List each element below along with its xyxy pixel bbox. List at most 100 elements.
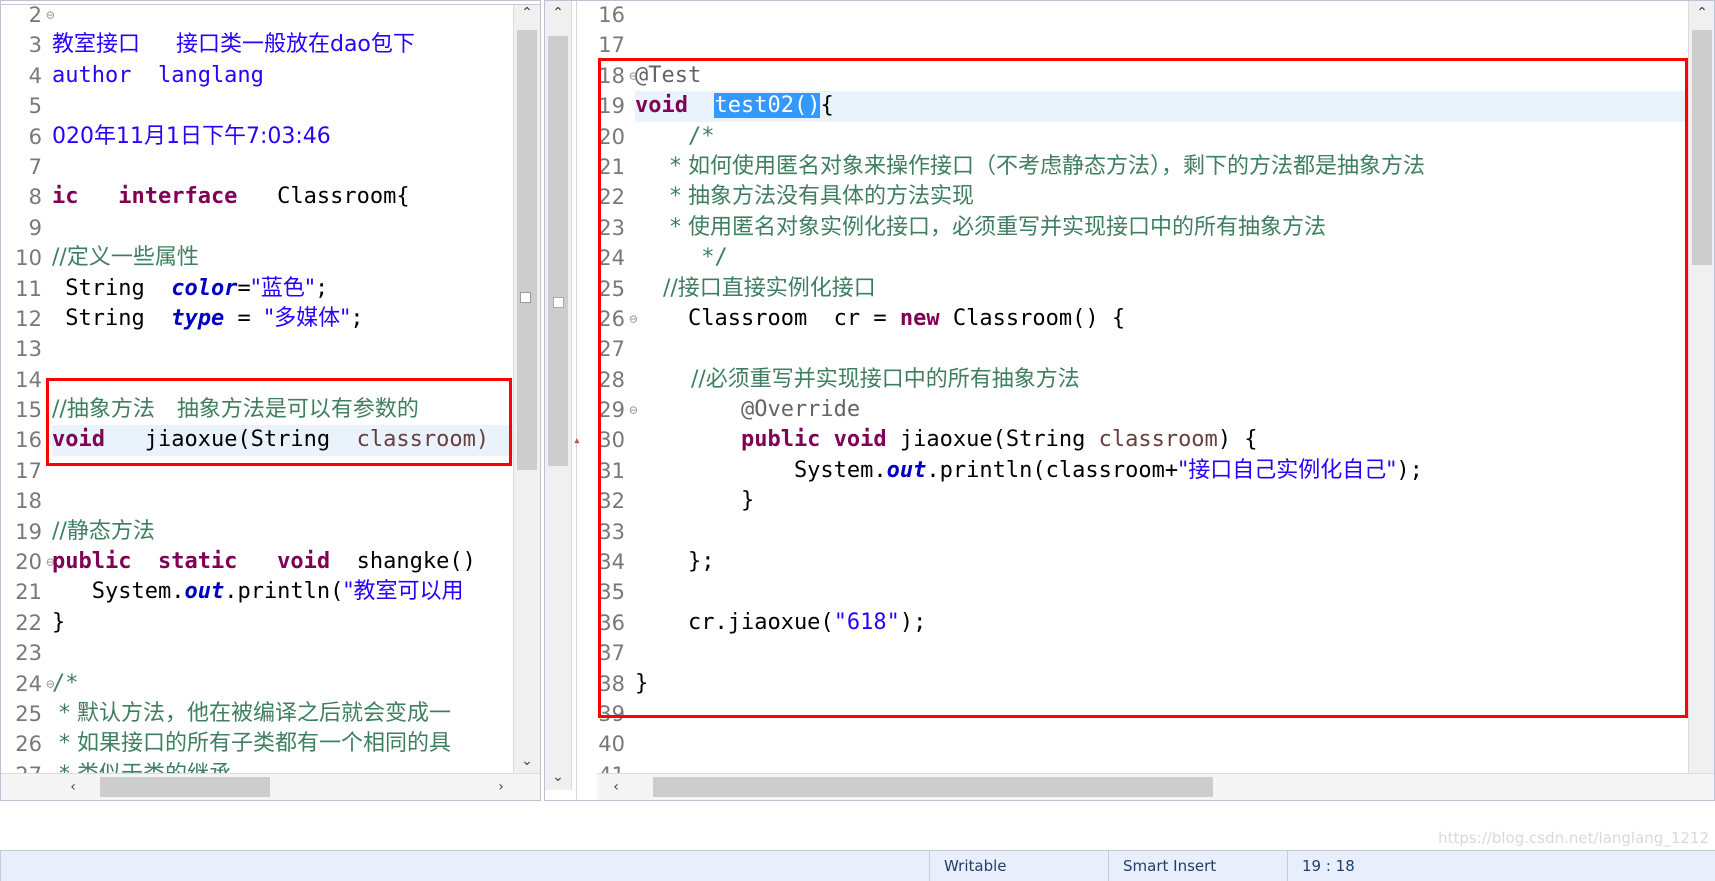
right-scroll-up-arrow-icon[interactable]: ⌃ xyxy=(545,0,571,26)
code-line[interactable] xyxy=(52,152,514,182)
right-fold-marker-icon[interactable] xyxy=(553,297,564,308)
code-token: "蓝色" xyxy=(250,275,315,301)
right-hscroll-thumb[interactable] xyxy=(653,777,1213,797)
code-line[interactable]: /* xyxy=(52,669,514,699)
code-line[interactable]: @Override xyxy=(635,395,1689,425)
code-line[interactable]: //静态方法 xyxy=(52,517,514,547)
left-vertical-scrollbar[interactable]: ⌃ ⌄ xyxy=(513,0,540,774)
code-line[interactable] xyxy=(52,213,514,243)
right-scroll-down-arrow-icon[interactable]: ⌄ xyxy=(545,764,571,790)
right-horizontal-scrollbar[interactable]: ‹ xyxy=(597,773,1715,800)
code-token: //静态方法 xyxy=(52,518,155,544)
scroll-right-arrow-icon[interactable]: › xyxy=(488,774,514,800)
right-code-area[interactable]: @Test void test02(){ /* * 如何使用匿名对象来操作接口（不… xyxy=(635,0,1689,800)
scroll-down-arrow-icon[interactable]: ⌄ xyxy=(514,748,540,774)
scroll-left-arrow-icon[interactable]: ‹ xyxy=(60,774,86,800)
code-line[interactable]: /* xyxy=(635,122,1689,152)
code-line[interactable] xyxy=(635,30,1689,60)
code-line[interactable]: System.out.println("教室可以用 xyxy=(52,577,514,607)
code-line[interactable]: 020年11月1日下午7:03:46 xyxy=(52,122,514,152)
line-number: 29 ⊖ xyxy=(598,398,638,423)
left-code-area[interactable]: 教室接口 接口类一般放在dao包下 author langlang 020年11月… xyxy=(52,0,514,800)
code-line[interactable]: @Test xyxy=(635,61,1689,91)
code-line[interactable]: * 抽象方法没有具体的方法实现 xyxy=(635,182,1689,212)
code-line[interactable]: author langlang xyxy=(52,61,514,91)
code-line[interactable]: public static void shangke() xyxy=(52,547,514,577)
code-line[interactable]: }; xyxy=(635,547,1689,577)
code-line[interactable] xyxy=(635,577,1689,607)
left-overview-marker[interactable] xyxy=(520,292,531,303)
code-line[interactable]: ic interface Classroom{ xyxy=(52,182,514,212)
code-line[interactable]: } xyxy=(635,486,1689,516)
code-line[interactable]: * 使用匿名对象实例化接口，必须重写并实现接口中的所有抽象方法 xyxy=(635,213,1689,243)
status-bar-cell xyxy=(0,851,929,881)
code-line[interactable]: 教室接口 接口类一般放在dao包下 xyxy=(52,30,514,60)
code-token: System. xyxy=(635,457,887,483)
code-line[interactable] xyxy=(52,365,514,395)
code-token: "接口自己实例化自己" xyxy=(1178,457,1397,483)
code-line[interactable] xyxy=(52,486,514,516)
code-token: void xyxy=(635,93,688,119)
code-line[interactable]: //抽象方法 抽象方法是可以有参数的 xyxy=(52,395,514,425)
code-line[interactable] xyxy=(635,699,1689,729)
watermark-text: https://blog.csdn.net/langlang_1212 xyxy=(1438,829,1709,847)
code-token: }; xyxy=(635,549,715,575)
line-number: 39 xyxy=(598,701,625,726)
code-token: new xyxy=(899,305,940,331)
code-line[interactable]: void test02(){ xyxy=(635,91,1689,122)
line-number: 21 xyxy=(15,580,42,605)
code-line[interactable]: System.out.println(classroom+"接口自己实例化自己"… xyxy=(635,456,1689,486)
line-number: 31 xyxy=(598,458,625,483)
code-line[interactable]: void jiaoxue(String classroom) xyxy=(52,425,514,456)
code-line[interactable] xyxy=(635,517,1689,547)
left-vscroll-thumb[interactable] xyxy=(517,30,537,470)
right-editor-pane[interactable]: ⌃ ⌄ 16 17 18 ⊖ 19 20 21 22 23 24 25 26 ⊖ 27 28 29 ⊖ 30 31 3… xyxy=(545,0,1715,800)
line-number: 40 xyxy=(598,732,625,757)
eclipse-editor-screenshot: 2 ⊖ 3 4 5 6 7 8 9 10 11 12 13 14 15 16 17 18 19 20 ⊖ 21 22 23 24… xyxy=(0,0,1715,881)
right-vscroll-thumb[interactable] xyxy=(1692,30,1712,265)
code-line[interactable] xyxy=(52,638,514,668)
line-number: 26 xyxy=(15,732,42,757)
code-line[interactable] xyxy=(52,456,514,486)
code-line[interactable] xyxy=(635,638,1689,668)
code-token: 020年11月1日下午7:03:46 xyxy=(52,123,331,149)
code-line[interactable] xyxy=(52,91,514,121)
right-overview-thumb[interactable] xyxy=(548,36,568,466)
left-editor-pane[interactable]: 2 ⊖ 3 4 5 6 7 8 9 10 11 12 13 14 15 16 17 18 19 20 ⊖ 21 22 23 24… xyxy=(0,0,540,800)
code-line[interactable]: Classroom cr = new Classroom() { xyxy=(635,304,1689,334)
line-number: 19 xyxy=(598,94,625,119)
code-line[interactable]: String type = "多媒体"; xyxy=(52,304,514,334)
code-line[interactable]: * 默认方法，他在被编译之后就会变成一 xyxy=(52,699,514,729)
line-number: 20 xyxy=(598,124,625,149)
code-token: out xyxy=(886,457,927,483)
right-scroll-left-arrow-icon[interactable]: ‹ xyxy=(603,774,629,800)
left-horizontal-scrollbar[interactable]: ‹ › xyxy=(0,773,540,800)
code-token: void xyxy=(52,427,105,453)
code-line[interactable]: public void jiaoxue(String classroom) { xyxy=(635,425,1689,455)
code-token: ; xyxy=(314,275,329,301)
code-line[interactable] xyxy=(635,0,1689,30)
code-line[interactable]: //定义一些属性 xyxy=(52,243,514,273)
code-line[interactable]: * 如果接口的所有子类都有一个相同的具 xyxy=(52,729,514,759)
code-line[interactable]: //必须重写并实现接口中的所有抽象方法 xyxy=(635,365,1689,395)
code-line[interactable]: } xyxy=(635,669,1689,699)
quickfix-marker-icon[interactable]: ▴ xyxy=(573,434,581,447)
code-token: } xyxy=(635,488,755,514)
code-line[interactable]: String color="蓝色"; xyxy=(52,274,514,304)
line-number: 6 xyxy=(28,124,42,149)
left-hscroll-thumb[interactable] xyxy=(100,777,270,797)
line-number: 30 xyxy=(598,428,625,453)
code-token: Classroom cr = xyxy=(635,305,900,331)
code-line[interactable] xyxy=(635,729,1689,759)
line-number: 19 xyxy=(15,519,42,544)
code-line[interactable]: //接口直接实例化接口 xyxy=(635,274,1689,304)
code-line[interactable]: cr.jiaoxue("618"); xyxy=(635,608,1689,638)
code-line[interactable]: * 如何使用匿名对象来操作接口（不考虑静态方法），剩下的方法都是抽象方法 xyxy=(635,152,1689,182)
code-line[interactable] xyxy=(52,334,514,364)
code-line[interactable] xyxy=(635,334,1689,364)
right-vertical-scrollbar[interactable]: ⌃ ⌄ xyxy=(1688,0,1715,790)
right-vscroll-up-arrow-icon[interactable]: ⌃ xyxy=(1689,0,1715,26)
right-overview-ruler[interactable]: ⌃ ⌄ xyxy=(545,0,572,790)
code-line[interactable]: } xyxy=(52,608,514,638)
code-line[interactable]: */ xyxy=(635,243,1689,273)
